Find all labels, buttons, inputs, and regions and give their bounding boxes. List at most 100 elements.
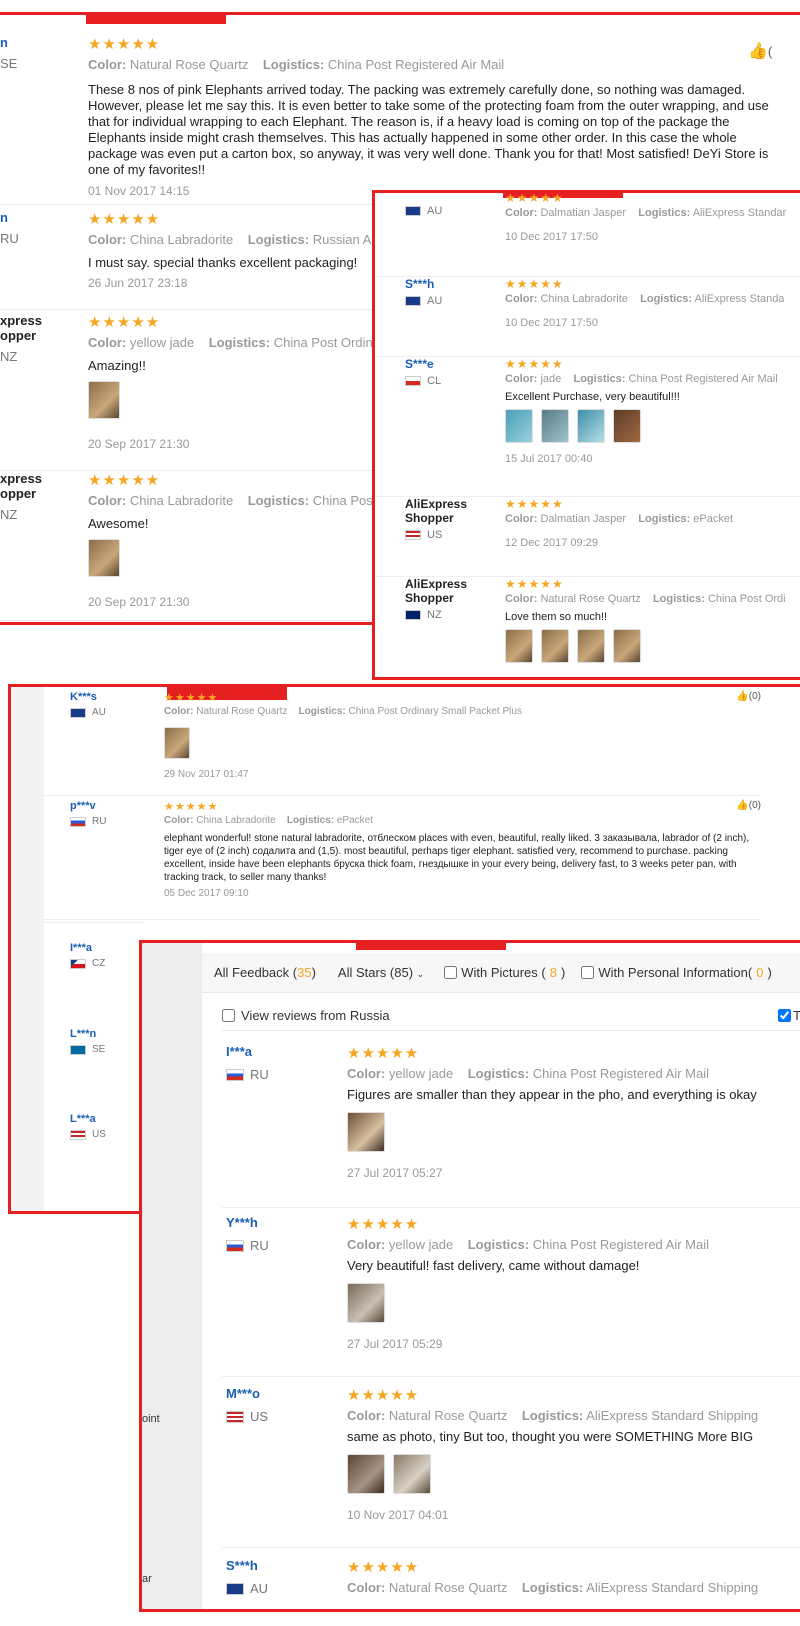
reviewer-country: AU xyxy=(405,295,495,307)
reviewer-name[interactable]: p***v xyxy=(70,800,160,812)
helpful-button[interactable]: 👍(0) xyxy=(736,800,761,811)
reviewer-country: RU xyxy=(226,1067,336,1082)
reviewer-name[interactable]: AliExpress Shopper xyxy=(405,577,495,605)
review-panel-2: AU ★★★★★ Color: Dalmatian Jasper Logisti… xyxy=(372,190,800,680)
order-info: Color: Natural Rose Quartz Logistics: Ch… xyxy=(88,57,505,72)
review-item: p***v RU ★★★★★ Color: China Labradorite … xyxy=(44,800,761,920)
active-tab-indicator xyxy=(86,15,226,24)
reviewer-name[interactable]: K***s xyxy=(70,691,160,703)
reviewer-country: AU xyxy=(70,707,160,718)
reviewer-name[interactable]: M***o xyxy=(226,1386,336,1401)
review-date: 10 Nov 2017 04:01 xyxy=(347,1508,449,1522)
translate-checkbox[interactable] xyxy=(778,1009,792,1022)
review-date: 15 Jul 2017 00:40 xyxy=(505,453,593,465)
reviewer-name[interactable]: AliExpress Shopper xyxy=(405,497,495,525)
reviewer-country: NZ xyxy=(405,609,495,621)
reviewer-name[interactable]: S***h xyxy=(226,1558,336,1573)
side-fragment: ar xyxy=(142,1573,152,1585)
reviewer-country: CZ xyxy=(70,958,105,969)
left-gray-strip xyxy=(142,943,202,1609)
chevron-down-icon: ⌄ xyxy=(416,969,425,979)
with-pictures-checkbox[interactable] xyxy=(444,966,458,979)
review-item: S***h AU ★★★★★ Color: Natural Rose Quart… xyxy=(222,1552,800,1609)
reviewer-country: NZ xyxy=(0,507,18,522)
order-info: Color: Natural Rose Quartz Logistics: Al… xyxy=(347,1580,759,1595)
review-photo[interactable] xyxy=(164,727,190,759)
review-item: n SE ★★★★★ Color: Natural Rose Quartz Lo… xyxy=(0,35,800,205)
flag-icon xyxy=(226,1410,244,1423)
review-photo[interactable] xyxy=(541,409,569,443)
review-date: 27 Jul 2017 05:27 xyxy=(347,1166,443,1180)
with-personal-filter[interactable]: With Personal Information(0) xyxy=(575,965,777,980)
with-pictures-filter[interactable]: With Pictures (8) xyxy=(434,965,575,980)
reviewer-name[interactable]: xpress opper xyxy=(0,313,80,343)
review-text: Love them so much!! xyxy=(505,611,608,623)
reviewer-country: NZ xyxy=(0,349,18,364)
reviewer-country: US xyxy=(405,529,495,541)
reviewer-name[interactable]: L***a xyxy=(70,1113,106,1125)
review-item: I***a RU ★★★★★ Color: yellow jade Logist… xyxy=(222,1038,800,1208)
review-photo[interactable] xyxy=(577,629,605,663)
flag-icon xyxy=(405,296,421,306)
reviewer-country: CL xyxy=(405,375,495,387)
review-date: 27 Jul 2017 05:29 xyxy=(347,1337,443,1351)
order-info: Color: Natural Rose Quartz Logistics: Al… xyxy=(347,1408,759,1423)
flag-icon xyxy=(405,610,421,620)
review-photo[interactable] xyxy=(88,381,120,419)
star-rating: ★★★★★ xyxy=(505,191,564,205)
review-photo[interactable] xyxy=(393,1454,431,1494)
review-photo[interactable] xyxy=(505,409,533,443)
star-rating: ★★★★★ xyxy=(164,801,219,813)
reviewer-country: AU xyxy=(226,1581,336,1596)
review-text: Figures are smaller than they appear in … xyxy=(347,1087,757,1102)
star-rating: ★★★★★ xyxy=(88,36,161,53)
all-stars-dropdown[interactable]: All Stars (85) ⌄ xyxy=(328,965,434,980)
star-rating: ★★★★★ xyxy=(505,277,564,291)
order-info: Color: Natural Rose Quartz Logistics: Ch… xyxy=(164,706,522,717)
order-info: Color: China Labradorite Logistics: AliE… xyxy=(505,293,785,305)
review-item: S***h AU ★★★★★ Color: China Labradorite … xyxy=(375,277,800,357)
order-info: Color: Natural Rose Quartz Logistics: Ch… xyxy=(505,593,786,605)
reviewer-name[interactable]: L***n xyxy=(70,1028,105,1040)
review-photo[interactable] xyxy=(613,629,641,663)
reviewer-name[interactable]: I***a xyxy=(70,942,105,954)
reviewer-country: RU xyxy=(226,1238,336,1253)
review-photo[interactable] xyxy=(347,1454,385,1494)
review-photo[interactable] xyxy=(613,409,641,443)
review-photo[interactable] xyxy=(88,539,120,577)
reviewer-name[interactable]: S***e xyxy=(405,357,495,371)
view-russia-checkbox[interactable] xyxy=(222,1009,235,1022)
flag-icon xyxy=(70,1044,86,1055)
reviewer-name[interactable]: xpress opper xyxy=(0,471,80,501)
star-rating: ★★★★★ xyxy=(347,1559,420,1576)
review-panel-4: oint ar All Feedback (35) All Stars (85)… xyxy=(139,940,800,1612)
with-personal-checkbox[interactable] xyxy=(581,966,595,979)
reviewer-country: RU xyxy=(0,231,19,246)
helpful-button[interactable]: 👍( xyxy=(748,41,772,61)
reviewer-name[interactable]: S***h xyxy=(405,277,495,291)
review-date: 10 Dec 2017 17:50 xyxy=(505,317,598,329)
flag-icon xyxy=(405,376,421,386)
review-photo[interactable] xyxy=(577,409,605,443)
order-info: Color: China Labradorite Logistics: ePac… xyxy=(164,815,374,826)
reviewer-name[interactable]: n xyxy=(0,210,80,225)
reviewer-name[interactable]: I***a xyxy=(226,1044,336,1059)
helpful-button[interactable]: 👍(0) xyxy=(736,691,761,702)
reviewer-name[interactable]: n xyxy=(0,35,80,50)
review-photo[interactable] xyxy=(541,629,569,663)
review-photo[interactable] xyxy=(347,1112,385,1152)
side-fragment: oint xyxy=(142,1413,160,1425)
all-feedback-tab[interactable]: All Feedback (35) xyxy=(202,965,328,980)
review-photo[interactable] xyxy=(505,629,533,663)
flag-icon xyxy=(70,707,86,718)
star-rating: ★★★★★ xyxy=(505,577,564,591)
review-photo[interactable] xyxy=(347,1283,385,1323)
reviewer-name[interactable]: Y***h xyxy=(226,1215,336,1230)
review-item: AliExpress Shopper NZ ★★★★★ Color: Natur… xyxy=(375,577,800,677)
flag-icon xyxy=(226,1239,244,1252)
flag-icon xyxy=(70,816,86,827)
reviewer-country: SE xyxy=(70,1044,105,1055)
review-text: Very beautiful! fast delivery, came with… xyxy=(347,1258,640,1273)
review-item: K***s AU ★★★★★ Color: Natural Rose Quart… xyxy=(44,691,761,796)
order-info: Color: yellow jade Logistics: China Post… xyxy=(347,1237,710,1252)
